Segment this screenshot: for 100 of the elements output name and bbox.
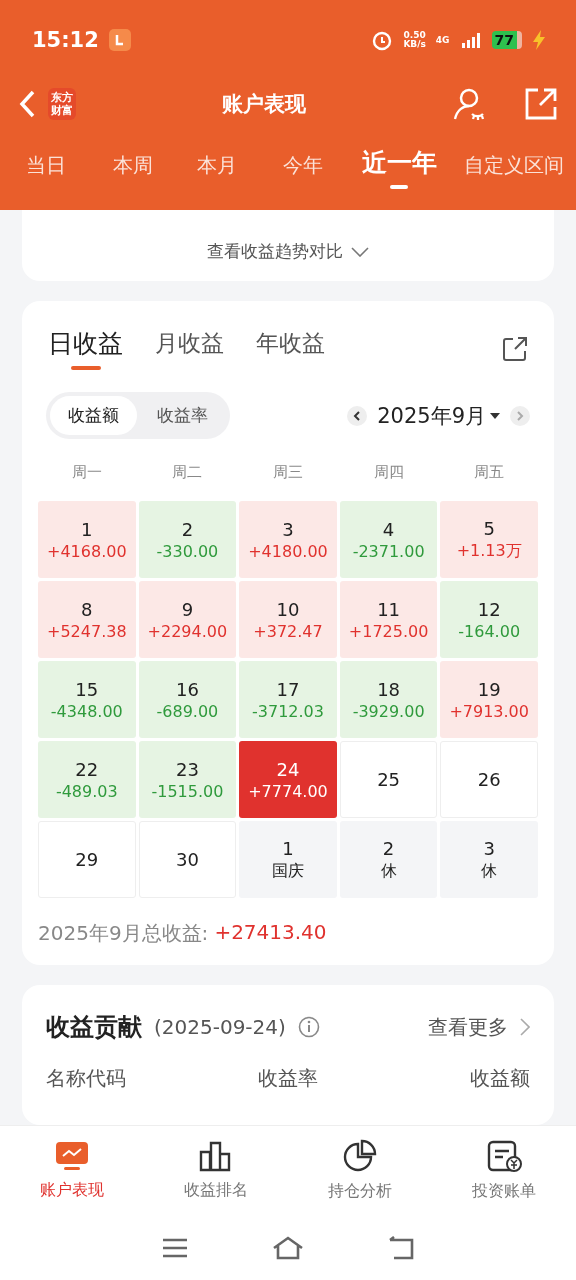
view-more-link[interactable]: 查看更多 xyxy=(428,1013,508,1041)
calendar-day[interactable]: 4 -2371.00 xyxy=(339,501,438,578)
calendar-day[interactable]: 22 -489.03 xyxy=(38,741,136,818)
weekday-label: 周三 xyxy=(272,462,304,483)
section-title: 收益贡献 xyxy=(46,1012,142,1043)
weekday-label: 周四 xyxy=(372,462,405,483)
calendar-day[interactable]: 30 xyxy=(138,821,237,898)
day-number: 9 xyxy=(181,598,194,620)
day-number: 22 xyxy=(75,758,99,780)
bottom-nav-item[interactable]: 账户表现 xyxy=(0,1126,144,1215)
calendar-day[interactable]: 29 xyxy=(38,821,136,898)
calendar-day[interactable]: 17 -3712.03 xyxy=(239,661,337,738)
share-icon[interactable] xyxy=(502,335,528,362)
holiday-label: 休 xyxy=(481,860,498,882)
alarm-icon xyxy=(371,29,394,51)
daily-earnings: +1725.00 xyxy=(348,621,429,641)
day-number: 4 xyxy=(382,518,395,540)
calendar-day[interactable]: 25 xyxy=(339,741,438,818)
weekday-label: 周五 xyxy=(473,462,506,483)
daily-earnings: -1515.00 xyxy=(151,781,224,801)
day-number: 12 xyxy=(477,598,501,620)
day-number: 30 xyxy=(175,849,199,870)
calendar-day[interactable]: 3 休 xyxy=(440,821,538,898)
chevron-left-icon xyxy=(353,410,362,421)
daily-earnings: +372.47 xyxy=(253,621,323,641)
daily-earnings: -489.03 xyxy=(55,781,118,801)
daily-earnings: -164.00 xyxy=(458,621,521,641)
calendar-day[interactable]: 10 +372.47 xyxy=(239,581,337,658)
monthly-total-label: 2025年9月总收益: xyxy=(38,920,209,947)
day-number: 25 xyxy=(377,769,401,790)
earnings-tab[interactable]: 月收益 xyxy=(155,328,224,369)
calendar-day[interactable]: 11 +1725.00 xyxy=(339,581,438,658)
daily-earnings: +4168.00 xyxy=(47,541,127,561)
user-icon[interactable] xyxy=(452,87,486,121)
day-number: 10 xyxy=(276,598,300,620)
bottom-nav-item[interactable]: 投资账单 xyxy=(432,1126,576,1215)
status-time: 15:12 xyxy=(32,28,99,52)
calendar-day[interactable]: 12 -164.00 xyxy=(440,581,538,658)
daily-earnings: +2294.00 xyxy=(147,621,228,641)
day-number: 2 xyxy=(382,837,395,859)
calendar-day[interactable]: 1 国庆 xyxy=(239,821,337,898)
daily-earnings: +4180.00 xyxy=(248,541,328,561)
app-notification-icon xyxy=(108,29,131,51)
bottom-nav-item[interactable]: 收益排名 xyxy=(144,1126,288,1215)
network-type: 4G xyxy=(435,35,450,45)
network-speed: 0.50 KB/s xyxy=(403,31,426,49)
holiday-label: 休 xyxy=(380,860,397,882)
trend-compare-link[interactable]: 查看收益趋势对比 xyxy=(207,240,369,263)
day-number: 2 xyxy=(181,518,194,540)
holiday-label: 国庆 xyxy=(272,860,304,882)
chart-monitor-icon xyxy=(54,1140,90,1172)
daily-earnings: +7774.00 xyxy=(248,781,328,801)
bottom-nav-item[interactable]: 持仓分析 xyxy=(288,1126,432,1215)
calendar-day[interactable]: 23 -1515.00 xyxy=(138,741,237,818)
calendar-day[interactable]: 2 -330.00 xyxy=(138,501,237,578)
calendar-day[interactable]: 26 xyxy=(440,741,538,818)
calendar-day[interactable]: 15 -4348.00 xyxy=(38,661,136,738)
chevron-right-icon xyxy=(516,410,524,421)
day-number: 23 xyxy=(175,758,199,780)
daily-earnings: +5247.38 xyxy=(47,621,127,641)
info-icon[interactable] xyxy=(297,1016,320,1038)
calendar-day[interactable]: 2 休 xyxy=(339,821,438,898)
bill-icon xyxy=(486,1139,522,1173)
daily-earnings: -330.00 xyxy=(156,541,219,561)
calendar-day[interactable]: 16 -689.00 xyxy=(138,661,237,738)
mode-toggle-option[interactable]: 收益率 xyxy=(139,396,226,435)
daily-earnings: -3929.00 xyxy=(352,701,425,721)
daily-earnings: +1.13万 xyxy=(456,540,522,562)
mode-toggle-option[interactable]: 收益额 xyxy=(50,396,137,435)
calendar-day[interactable]: 18 -3929.00 xyxy=(339,661,438,738)
earnings-tab[interactable]: 日收益 xyxy=(48,327,123,370)
day-number: 5 xyxy=(483,517,495,539)
previous-month-button[interactable] xyxy=(347,405,368,426)
daily-earnings: +7913.00 xyxy=(449,701,529,721)
daily-earnings: -4348.00 xyxy=(50,701,123,721)
day-number: 16 xyxy=(175,678,199,700)
pie-chart-icon xyxy=(343,1139,377,1173)
column-header: 名称代码 xyxy=(46,1065,127,1092)
calendar-day[interactable]: 1 +4168.00 xyxy=(38,501,136,578)
day-number: 18 xyxy=(377,678,401,700)
daily-earnings: -2371.00 xyxy=(352,541,425,561)
day-number: 26 xyxy=(477,769,501,790)
daily-earnings: -689.00 xyxy=(156,701,219,721)
earnings-tab[interactable]: 年收益 xyxy=(256,328,325,369)
calendar-day[interactable]: 8 +5247.38 xyxy=(38,581,136,658)
column-header: 收益率 xyxy=(257,1065,319,1092)
day-number: 3 xyxy=(282,518,294,540)
back-icon[interactable] xyxy=(388,1235,414,1260)
battery-level: 77 xyxy=(491,31,522,49)
calendar-day[interactable]: 24 +7774.00 xyxy=(239,741,337,818)
section-date: (2025-09-24) xyxy=(154,1015,286,1039)
monthly-total-value: +27413.40 xyxy=(214,920,327,946)
menu-icon[interactable] xyxy=(162,1237,188,1258)
home-icon[interactable] xyxy=(272,1235,304,1260)
month-selector[interactable]: 2025年9月 xyxy=(367,401,510,430)
calendar-day[interactable]: 3 +4180.00 xyxy=(239,501,337,578)
calendar-day[interactable]: 5 +1.13万 xyxy=(440,501,538,578)
column-header: 收益额 xyxy=(469,1065,530,1092)
calendar-day[interactable]: 19 +7913.00 xyxy=(440,661,538,738)
calendar-day[interactable]: 9 +2294.00 xyxy=(138,581,237,658)
